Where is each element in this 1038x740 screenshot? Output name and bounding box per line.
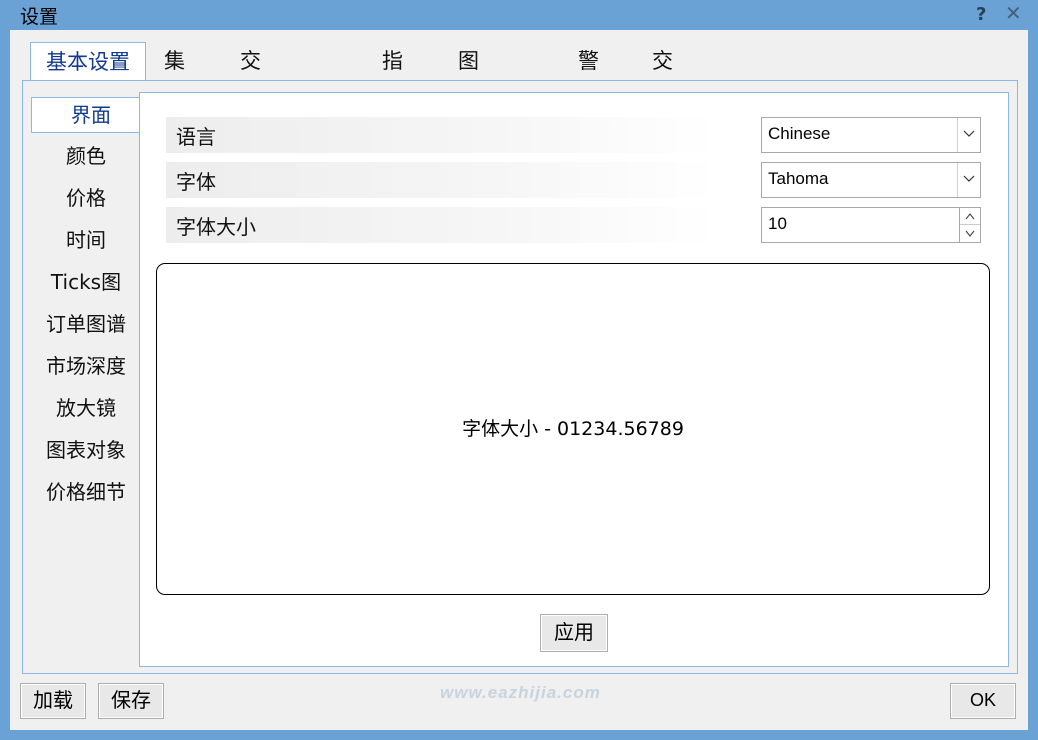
apply-button[interactable]: 应用 <box>540 614 608 652</box>
settings-sidebar: 界面 颜色 价格 时间 Ticks图 订单图谱 市场深度 放大镜 图表对象 价格… <box>23 81 150 671</box>
font-preview-box: 字体大小 - 01234.56789 <box>156 263 990 595</box>
caret-up-icon[interactable] <box>960 208 980 225</box>
language-value: Chinese <box>768 124 831 143</box>
sidebar-item-market-depth[interactable]: 市场深度 <box>23 349 149 383</box>
sidebar-item-order-map[interactable]: 订单图谱 <box>23 307 149 341</box>
interface-settings-panel: 语言 Chinese 字体 Tahoma 字体大小 10 字体大小 - 0123… <box>139 92 1009 667</box>
tab-alerts[interactable]: 警报 <box>578 42 599 111</box>
ok-button[interactable]: OK <box>950 683 1016 719</box>
sidebar-item-magnifier[interactable]: 放大镜 <box>23 391 149 425</box>
title-bar: 设置 ? ✕ <box>0 0 1038 30</box>
font-size-label: 字体大小 <box>176 215 256 239</box>
tab-cluster[interactable]: 集群 <box>164 42 185 111</box>
tab-basic-settings[interactable]: 基本设置 <box>30 42 146 83</box>
language-row: 语言 <box>166 117 716 153</box>
tab-indicators[interactable]: 指标 <box>382 42 403 111</box>
font-row: 字体 <box>166 162 716 198</box>
font-select[interactable]: Tahoma <box>761 162 981 198</box>
close-icon[interactable]: ✕ <box>1005 1 1022 25</box>
help-icon[interactable]: ? <box>976 4 986 25</box>
font-label: 字体 <box>176 170 216 194</box>
font-size-value: 10 <box>768 214 787 233</box>
tab-panel: 界面 颜色 价格 时间 Ticks图 订单图谱 市场深度 放大镜 图表对象 价格… <box>22 80 1018 674</box>
font-preview-text: 字体大小 - 01234.56789 <box>462 418 684 440</box>
sidebar-item-interface[interactable]: 界面 <box>31 97 150 133</box>
chevron-down-icon[interactable] <box>957 118 980 152</box>
watermark-text: www.eazhijia.com <box>440 683 601 702</box>
sidebar-item-chart-objects[interactable]: 图表对象 <box>23 433 149 467</box>
chevron-down-icon[interactable] <box>957 163 980 197</box>
sidebar-item-price[interactable]: 价格 <box>23 181 149 215</box>
dialog-client-area: 基本设置 集群 交易量设置 指标 图表对象 警报 交易 界面 颜色 价格 时间 … <box>10 30 1028 730</box>
save-button[interactable]: 保存 <box>98 683 164 719</box>
font-value: Tahoma <box>768 169 829 188</box>
load-button[interactable]: 加载 <box>20 683 86 719</box>
sidebar-item-ticks-chart[interactable]: Ticks图 <box>23 265 149 299</box>
caret-down-icon[interactable] <box>960 225 980 241</box>
tab-trading[interactable]: 交易 <box>652 42 673 111</box>
sidebar-item-colors[interactable]: 颜色 <box>23 139 149 173</box>
tab-chart-objects[interactable]: 图表对象 <box>458 42 479 187</box>
tab-volume-settings[interactable]: 交易量设置 <box>240 42 261 225</box>
font-size-stepper[interactable]: 10 <box>761 207 981 243</box>
language-select[interactable]: Chinese <box>761 117 981 153</box>
sidebar-item-price-details[interactable]: 价格细节 <box>23 475 149 509</box>
tab-label: 基本设置 <box>46 50 130 74</box>
spin-buttons <box>959 208 980 242</box>
language-label: 语言 <box>176 125 216 149</box>
window-title: 设置 <box>20 6 59 28</box>
sidebar-item-time[interactable]: 时间 <box>23 223 149 257</box>
font-size-row: 字体大小 <box>166 207 716 243</box>
